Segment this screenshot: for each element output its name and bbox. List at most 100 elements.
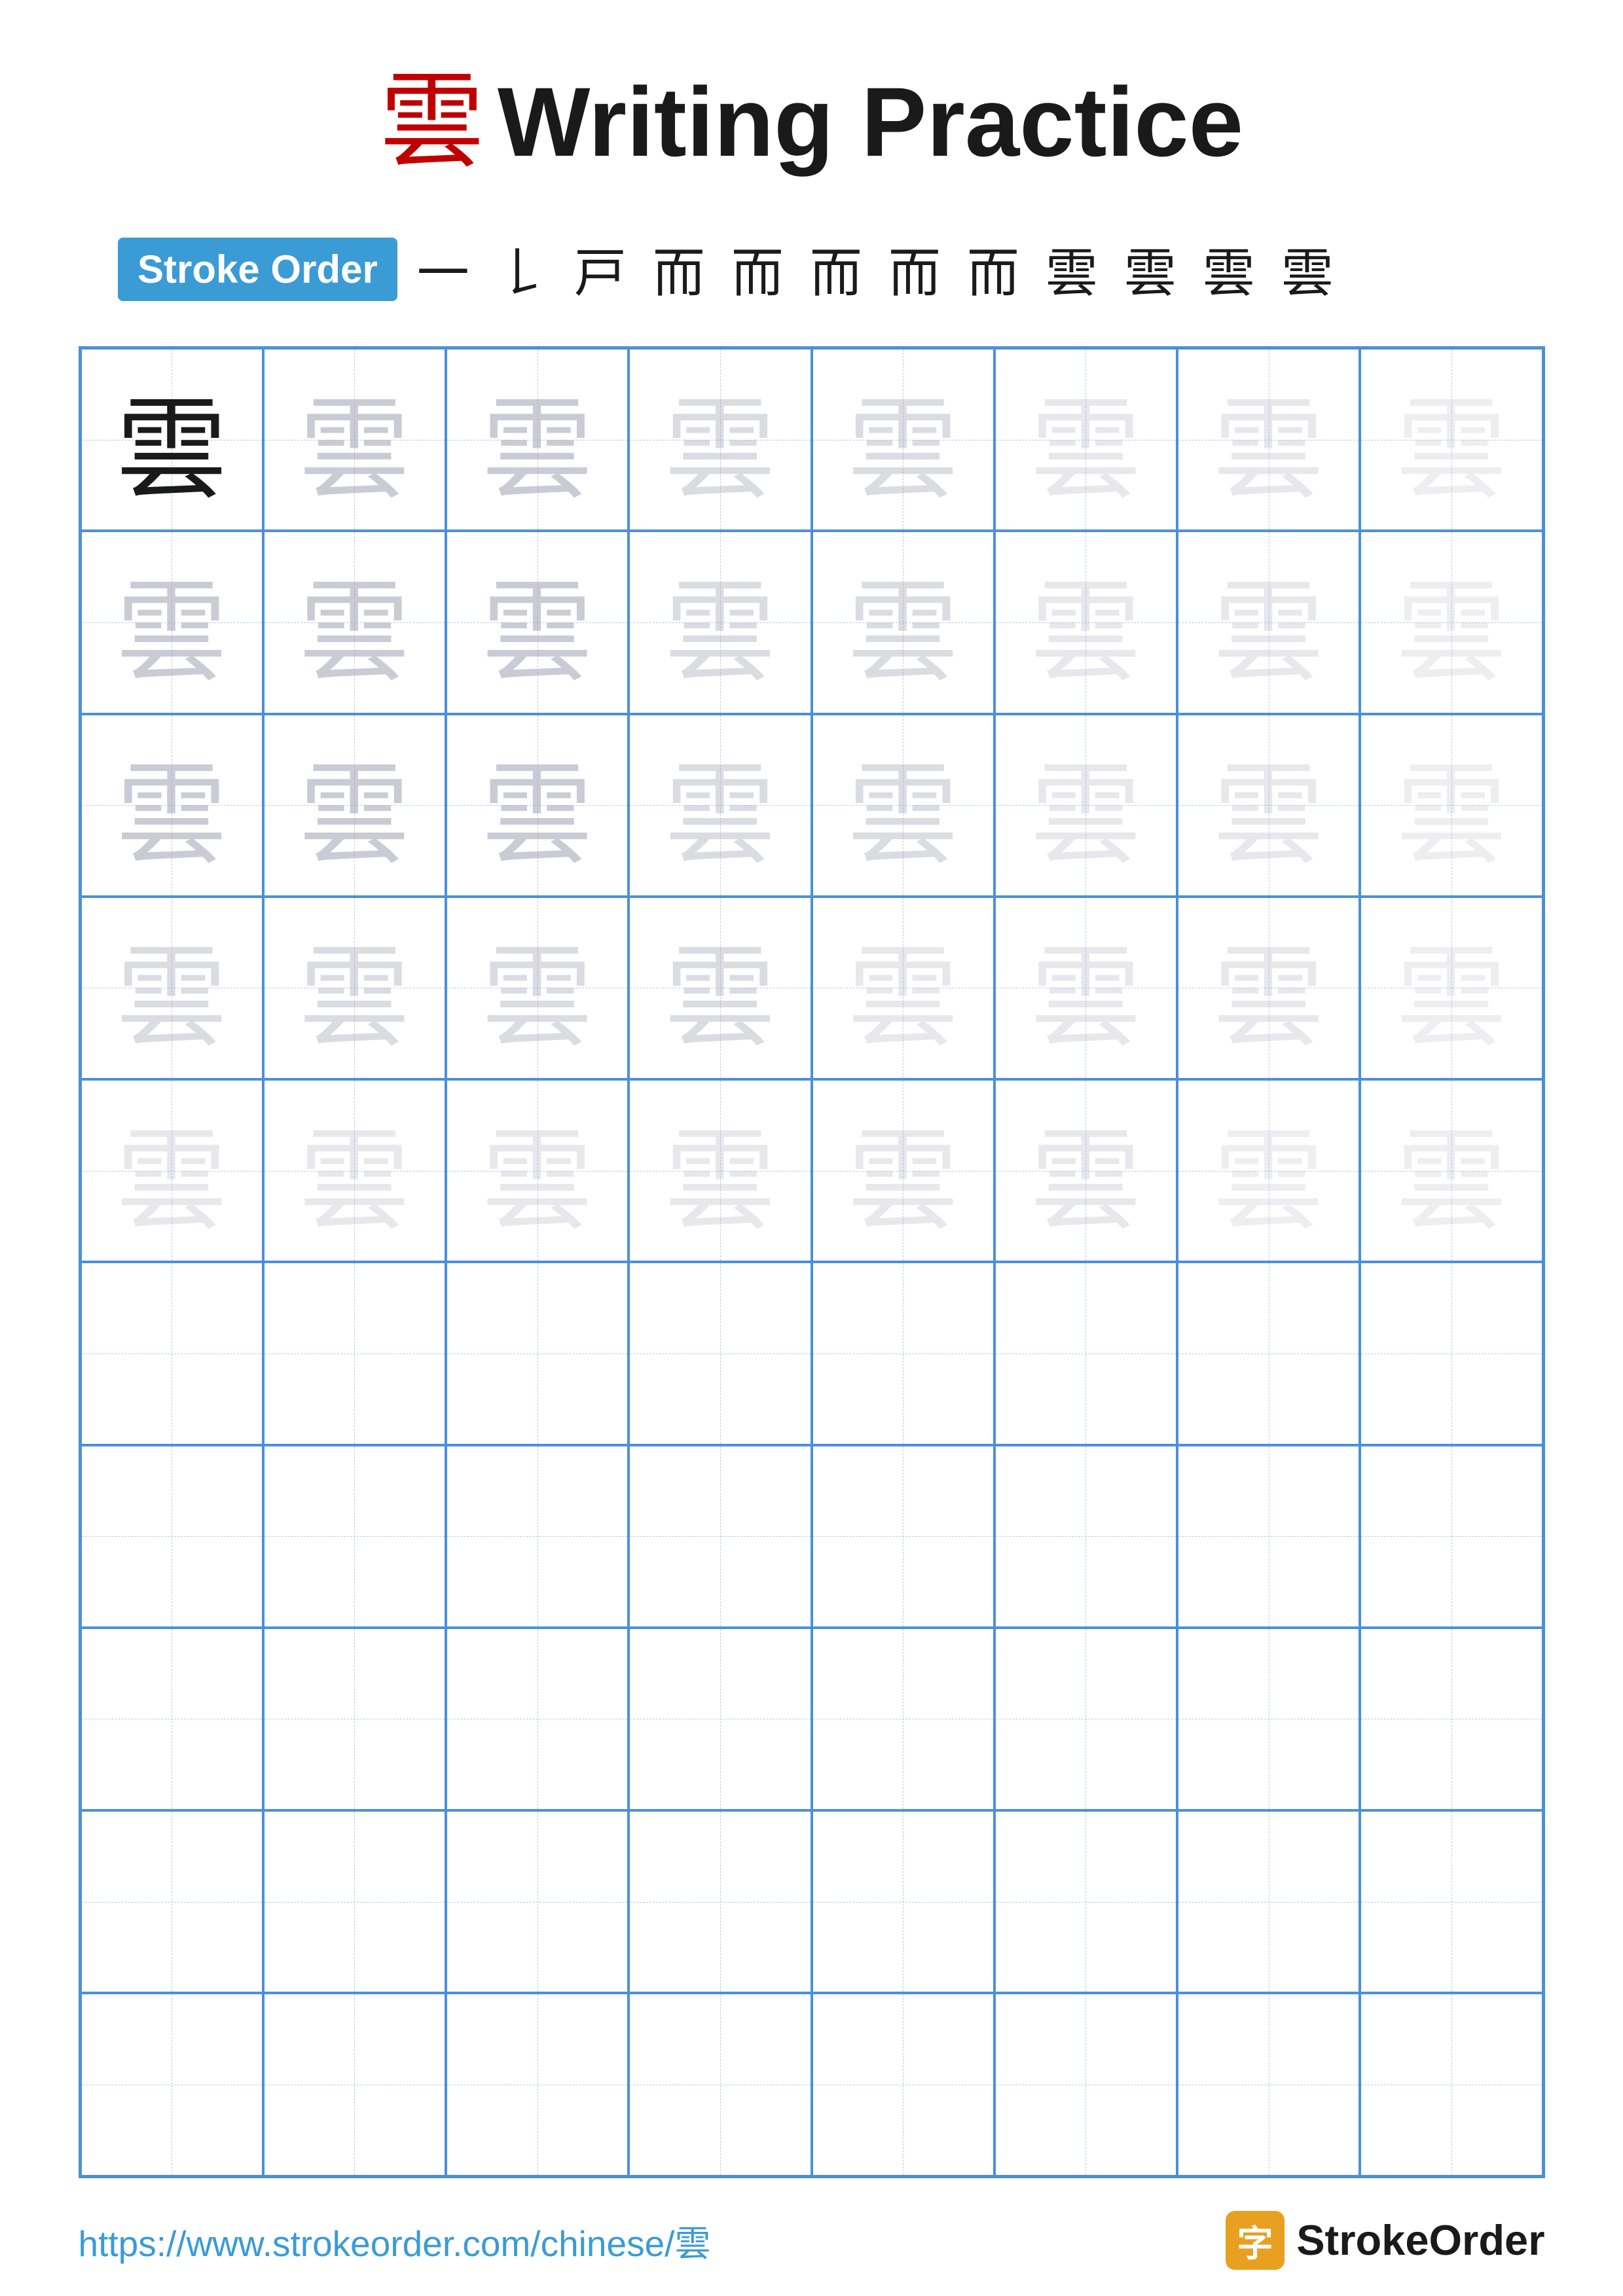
grid-cell[interactable]: 雲 xyxy=(81,348,263,531)
grid-cell[interactable]: 雲 xyxy=(812,1079,994,1262)
grid-cell[interactable]: 雲 xyxy=(446,897,629,1079)
grid-cell-empty[interactable] xyxy=(263,1628,446,1810)
grid-cell-empty[interactable] xyxy=(263,1993,446,2176)
grid-cell-empty[interactable] xyxy=(629,1262,811,1444)
grid-cell-empty[interactable] xyxy=(1177,1445,1360,1628)
grid-cell-empty[interactable] xyxy=(994,1628,1177,1810)
grid-cell-empty[interactable] xyxy=(263,1262,446,1444)
grid-cell-empty[interactable] xyxy=(446,1445,629,1628)
grid-cell-empty[interactable] xyxy=(812,1628,994,1810)
grid-cell-empty[interactable] xyxy=(812,1445,994,1628)
practice-char-faint: 雲 xyxy=(116,725,227,886)
practice-char-faint: 雲 xyxy=(1213,359,1324,520)
grid-cell[interactable]: 雲 xyxy=(1177,531,1360,713)
grid-cell[interactable]: 雲 xyxy=(81,897,263,1079)
grid-cell-empty[interactable] xyxy=(1360,1628,1542,1810)
grid-cell[interactable]: 雲 xyxy=(629,897,811,1079)
grid-cell-empty[interactable] xyxy=(1360,1810,1542,1993)
grid-cell-empty[interactable] xyxy=(994,1993,1177,2176)
grid-cell[interactable]: 雲 xyxy=(994,714,1177,897)
grid-cell-empty[interactable] xyxy=(812,1810,994,1993)
grid-cell[interactable]: 雲 xyxy=(994,531,1177,713)
grid-cell[interactable]: 雲 xyxy=(812,348,994,531)
grid-cell[interactable]: 雲 xyxy=(994,1079,1177,1262)
grid-cell-empty[interactable] xyxy=(629,1628,811,1810)
grid-cell[interactable]: 雲 xyxy=(1177,714,1360,897)
grid-cell-empty[interactable] xyxy=(994,1810,1177,1993)
practice-char-solid: 雲 xyxy=(116,359,227,520)
grid-cell[interactable]: 雲 xyxy=(446,1079,629,1262)
practice-char-faint: 雲 xyxy=(665,907,776,1068)
practice-char-faint: 雲 xyxy=(116,542,227,703)
grid-cell[interactable]: 雲 xyxy=(263,897,446,1079)
practice-char-faint: 雲 xyxy=(665,359,776,520)
practice-char-faint: 雲 xyxy=(847,907,958,1068)
grid-cell-empty[interactable] xyxy=(1177,1993,1360,2176)
grid-cell[interactable]: 雲 xyxy=(994,348,1177,531)
grid-cell-empty[interactable] xyxy=(81,1993,263,2176)
grid-cell[interactable]: 雲 xyxy=(1177,897,1360,1079)
grid-cell[interactable]: 雲 xyxy=(994,897,1177,1079)
practice-char-faint: 雲 xyxy=(1396,1090,1507,1251)
grid-cell[interactable]: 雲 xyxy=(1360,348,1542,531)
footer-url[interactable]: https://www.strokeorder.com/chinese/雲 xyxy=(79,2214,711,2267)
grid-cell[interactable]: 雲 xyxy=(629,714,811,897)
grid-cell[interactable]: 雲 xyxy=(1177,348,1360,531)
grid-cell[interactable]: 雲 xyxy=(263,531,446,713)
practice-char-faint: 雲 xyxy=(299,907,410,1068)
grid-cell-empty[interactable] xyxy=(994,1445,1177,1628)
practice-char-faint: 雲 xyxy=(847,542,958,703)
grid-cell[interactable]: 雲 xyxy=(81,714,263,897)
grid-cell[interactable]: 雲 xyxy=(629,1079,811,1262)
grid-cell[interactable]: 雲 xyxy=(446,348,629,531)
grid-cell-empty[interactable] xyxy=(629,1810,811,1993)
grid-cell[interactable]: 雲 xyxy=(446,714,629,897)
grid-cell-empty[interactable] xyxy=(629,1445,811,1628)
grid-cell[interactable]: 雲 xyxy=(446,531,629,713)
grid-cell[interactable]: 雲 xyxy=(81,531,263,713)
grid-cell-empty[interactable] xyxy=(1177,1628,1360,1810)
grid-cell-empty[interactable] xyxy=(446,1810,629,1993)
practice-char-faint: 雲 xyxy=(1396,359,1507,520)
grid-cell[interactable]: 雲 xyxy=(1360,1079,1542,1262)
brand-name: StrokeOrder xyxy=(1296,2215,1544,2265)
grid-cell-empty[interactable] xyxy=(1360,1262,1542,1444)
grid-cell-empty[interactable] xyxy=(1360,1445,1542,1628)
grid-cell-empty[interactable] xyxy=(81,1628,263,1810)
practice-char-faint: 雲 xyxy=(665,1090,776,1251)
grid-cell-empty[interactable] xyxy=(81,1445,263,1628)
grid-cell[interactable]: 雲 xyxy=(1360,531,1542,713)
grid-cell-empty[interactable] xyxy=(263,1810,446,1993)
grid-cell-empty[interactable] xyxy=(1360,1993,1542,2176)
grid-cell[interactable]: 雲 xyxy=(629,531,811,713)
grid-cell[interactable]: 雲 xyxy=(81,1079,263,1262)
grid-cell[interactable]: 雲 xyxy=(1360,897,1542,1079)
grid-cell[interactable]: 雲 xyxy=(812,714,994,897)
practice-char-faint: 雲 xyxy=(1213,1090,1324,1251)
grid-cell-empty[interactable] xyxy=(263,1445,446,1628)
grid-cell-empty[interactable] xyxy=(994,1262,1177,1444)
grid-cell-empty[interactable] xyxy=(81,1810,263,1993)
grid-cell-empty[interactable] xyxy=(629,1993,811,2176)
grid-cell[interactable]: 雲 xyxy=(812,897,994,1079)
grid-cell[interactable]: 雲 xyxy=(629,348,811,531)
grid-cell-empty[interactable] xyxy=(1177,1810,1360,1993)
grid-cell[interactable]: 雲 xyxy=(263,348,446,531)
grid-cell-empty[interactable] xyxy=(812,1993,994,2176)
grid-cell-empty[interactable] xyxy=(446,1628,629,1810)
footer: https://www.strokeorder.com/chinese/雲 字 … xyxy=(79,2211,1545,2270)
practice-char-faint: 雲 xyxy=(847,1090,958,1251)
grid-cell-empty[interactable] xyxy=(446,1993,629,2176)
grid-cell-empty[interactable] xyxy=(446,1262,629,1444)
grid-cell-empty[interactable] xyxy=(81,1262,263,1444)
practice-char-faint: 雲 xyxy=(299,359,410,520)
grid-cell[interactable]: 雲 xyxy=(263,714,446,897)
practice-char-faint: 雲 xyxy=(847,725,958,886)
grid-cell[interactable]: 雲 xyxy=(812,531,994,713)
practice-char-faint: 雲 xyxy=(847,359,958,520)
grid-cell[interactable]: 雲 xyxy=(263,1079,446,1262)
grid-cell[interactable]: 雲 xyxy=(1177,1079,1360,1262)
grid-cell-empty[interactable] xyxy=(1177,1262,1360,1444)
grid-cell-empty[interactable] xyxy=(812,1262,994,1444)
grid-cell[interactable]: 雲 xyxy=(1360,714,1542,897)
